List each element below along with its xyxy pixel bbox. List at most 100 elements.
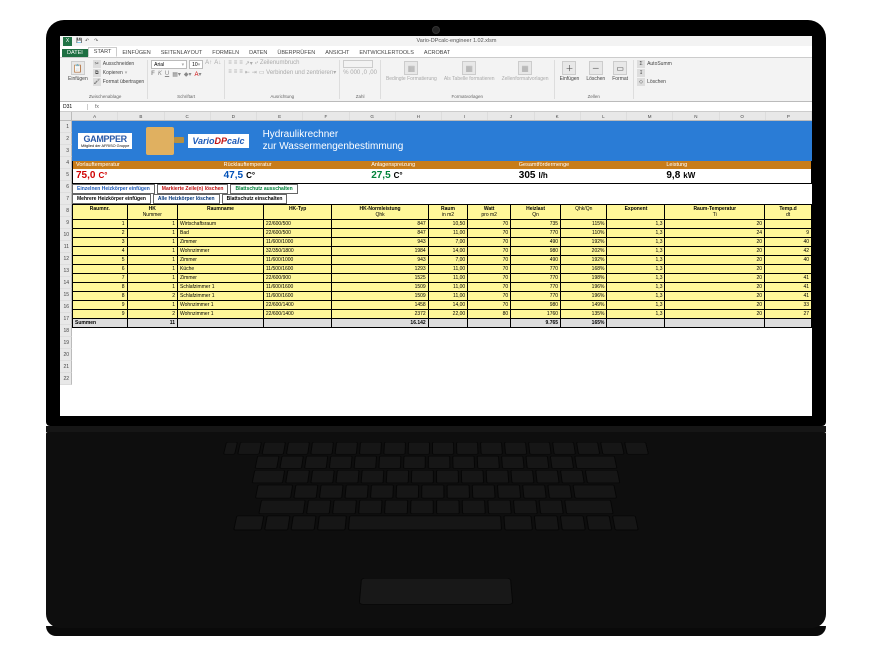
cell[interactable]: 1,3	[607, 238, 665, 247]
cell[interactable]: 11/600/1000	[263, 256, 332, 265]
key[interactable]	[586, 516, 613, 531]
cell[interactable]: 14,00	[428, 301, 467, 310]
key[interactable]	[503, 516, 533, 531]
formula-bar[interactable]: D31 fx	[60, 102, 812, 112]
row-header[interactable]: 11	[60, 241, 72, 253]
key[interactable]	[428, 456, 451, 469]
key[interactable]	[612, 516, 639, 531]
cell[interactable]: 1,3	[607, 292, 665, 301]
cell[interactable]: 115%	[561, 220, 607, 229]
key[interactable]	[223, 442, 238, 454]
font-size-select[interactable]: 10▾	[189, 60, 203, 69]
cell[interactable]: 70	[468, 283, 511, 292]
cell[interactable]: 11,00	[428, 229, 467, 238]
cell[interactable]: 1,3	[607, 274, 665, 283]
ribbon-tab-daten[interactable]: DATEN	[244, 49, 272, 57]
cell[interactable]: Wohnzimmer 1	[178, 301, 264, 310]
cell[interactable]: 20	[665, 238, 765, 247]
cell[interactable]: Wohnzimmer	[178, 247, 264, 256]
cell[interactable]: 1,3	[607, 256, 665, 265]
copy-button[interactable]: ⧉Kopieren ▾	[93, 69, 144, 77]
cell[interactable]: 980	[511, 247, 561, 256]
cell[interactable]: 490	[511, 256, 561, 265]
keyboard[interactable]	[50, 442, 822, 530]
row-header[interactable]: 21	[60, 361, 72, 373]
font-name-select[interactable]: Arial▾	[151, 60, 187, 69]
cell[interactable]: 20	[665, 256, 765, 265]
indent-dec-icon[interactable]: ⇤	[245, 69, 250, 76]
table-row[interactable]: 91Wohnzimmer 122/600/1400145814,00709801…	[73, 301, 812, 310]
table-row[interactable]: 31Zimmer11/600/10009437,0070490192%1,320…	[73, 238, 812, 247]
key[interactable]	[408, 442, 430, 454]
row-header[interactable]: 4	[60, 157, 72, 169]
save-icon[interactable]: 💾	[76, 38, 82, 44]
cell[interactable]: 80	[468, 310, 511, 319]
align-center-icon[interactable]: ≡	[234, 69, 238, 76]
cell[interactable]: 9	[765, 229, 812, 238]
key[interactable]	[535, 470, 560, 483]
cell[interactable]: 11/600/1600	[263, 292, 332, 301]
cell[interactable]: 192%	[561, 238, 607, 247]
cell[interactable]: 11/500/1600	[263, 265, 332, 274]
key[interactable]	[421, 485, 444, 499]
row-header[interactable]: 6	[60, 181, 72, 193]
cell[interactable]: 22/600/500	[263, 229, 332, 238]
cell[interactable]: 1	[127, 220, 177, 229]
italic-button[interactable]: K	[158, 71, 162, 78]
cell[interactable]: 770	[511, 274, 561, 283]
orientation-icon[interactable]: ↗▾	[245, 60, 253, 67]
underline-button[interactable]: U	[165, 71, 169, 78]
column-header[interactable]: D	[211, 112, 257, 120]
cell[interactable]: 168%	[561, 265, 607, 274]
table-row[interactable]: 11Wirtschaftsraum22/600/50084710,5070735…	[73, 220, 812, 229]
key[interactable]	[285, 470, 310, 483]
cell[interactable]: 11,00	[428, 274, 467, 283]
column-Raum[interactable]: Raumin m2	[428, 205, 467, 220]
cell[interactable]: 20	[665, 283, 765, 292]
grow-font-icon[interactable]: A↑	[205, 60, 212, 69]
row-header[interactable]: 15	[60, 289, 72, 301]
key[interactable]	[378, 456, 401, 469]
key[interactable]	[513, 500, 538, 514]
cell[interactable]: 1,3	[607, 247, 665, 256]
key[interactable]	[410, 500, 434, 514]
key[interactable]	[370, 485, 394, 499]
sheet-content[interactable]: GAMPPER Mitglied der AFRISO Gruppe Vario…	[72, 121, 812, 385]
cell[interactable]: 2	[127, 292, 177, 301]
cell[interactable]: 2372	[332, 310, 428, 319]
key[interactable]	[560, 516, 586, 531]
cell[interactable]: 198%	[561, 274, 607, 283]
key[interactable]	[279, 456, 304, 469]
column-Exponent[interactable]: Exponent	[607, 205, 665, 220]
key[interactable]	[436, 500, 460, 514]
row-header[interactable]: 22	[60, 373, 72, 385]
cell[interactable]: 770	[511, 283, 561, 292]
cell[interactable]: 70	[468, 247, 511, 256]
key[interactable]	[237, 442, 262, 454]
paste-button[interactable]: 📋 Einfügen	[66, 60, 90, 83]
key[interactable]	[501, 456, 525, 469]
cell[interactable]: 22/600/1400	[263, 310, 332, 319]
undo-icon[interactable]: ↶	[85, 38, 91, 44]
trackpad[interactable]	[359, 578, 514, 605]
cell[interactable]: 490	[511, 238, 561, 247]
key[interactable]	[452, 456, 475, 469]
cell[interactable]: 196%	[561, 292, 607, 301]
column-Raum-Temperatur[interactable]: Raum-TemperaturTi	[665, 205, 765, 220]
key[interactable]	[600, 442, 625, 454]
key[interactable]	[534, 516, 560, 531]
cell[interactable]: 1,3	[607, 265, 665, 274]
ribbon-tab-formeln[interactable]: FORMELN	[207, 49, 244, 57]
cell[interactable]: 943	[332, 238, 428, 247]
column-HK-Typ[interactable]: HK-Typ	[263, 205, 332, 220]
cut-button[interactable]: ✂Ausschneiden	[93, 60, 144, 68]
cell[interactable]: 70	[468, 256, 511, 265]
row-headers[interactable]: 12345678910111213141516171819202122	[60, 121, 72, 385]
cell[interactable]: 943	[332, 256, 428, 265]
key[interactable]	[585, 470, 621, 483]
cell[interactable]: 27	[765, 310, 812, 319]
action-button[interactable]: Einzelnen Heizkörper einfügen	[72, 184, 155, 194]
action-button[interactable]: Blattschutz ausschalten	[230, 184, 297, 194]
column-header[interactable]: H	[396, 112, 442, 120]
cell[interactable]: 32/350/1800	[263, 247, 332, 256]
